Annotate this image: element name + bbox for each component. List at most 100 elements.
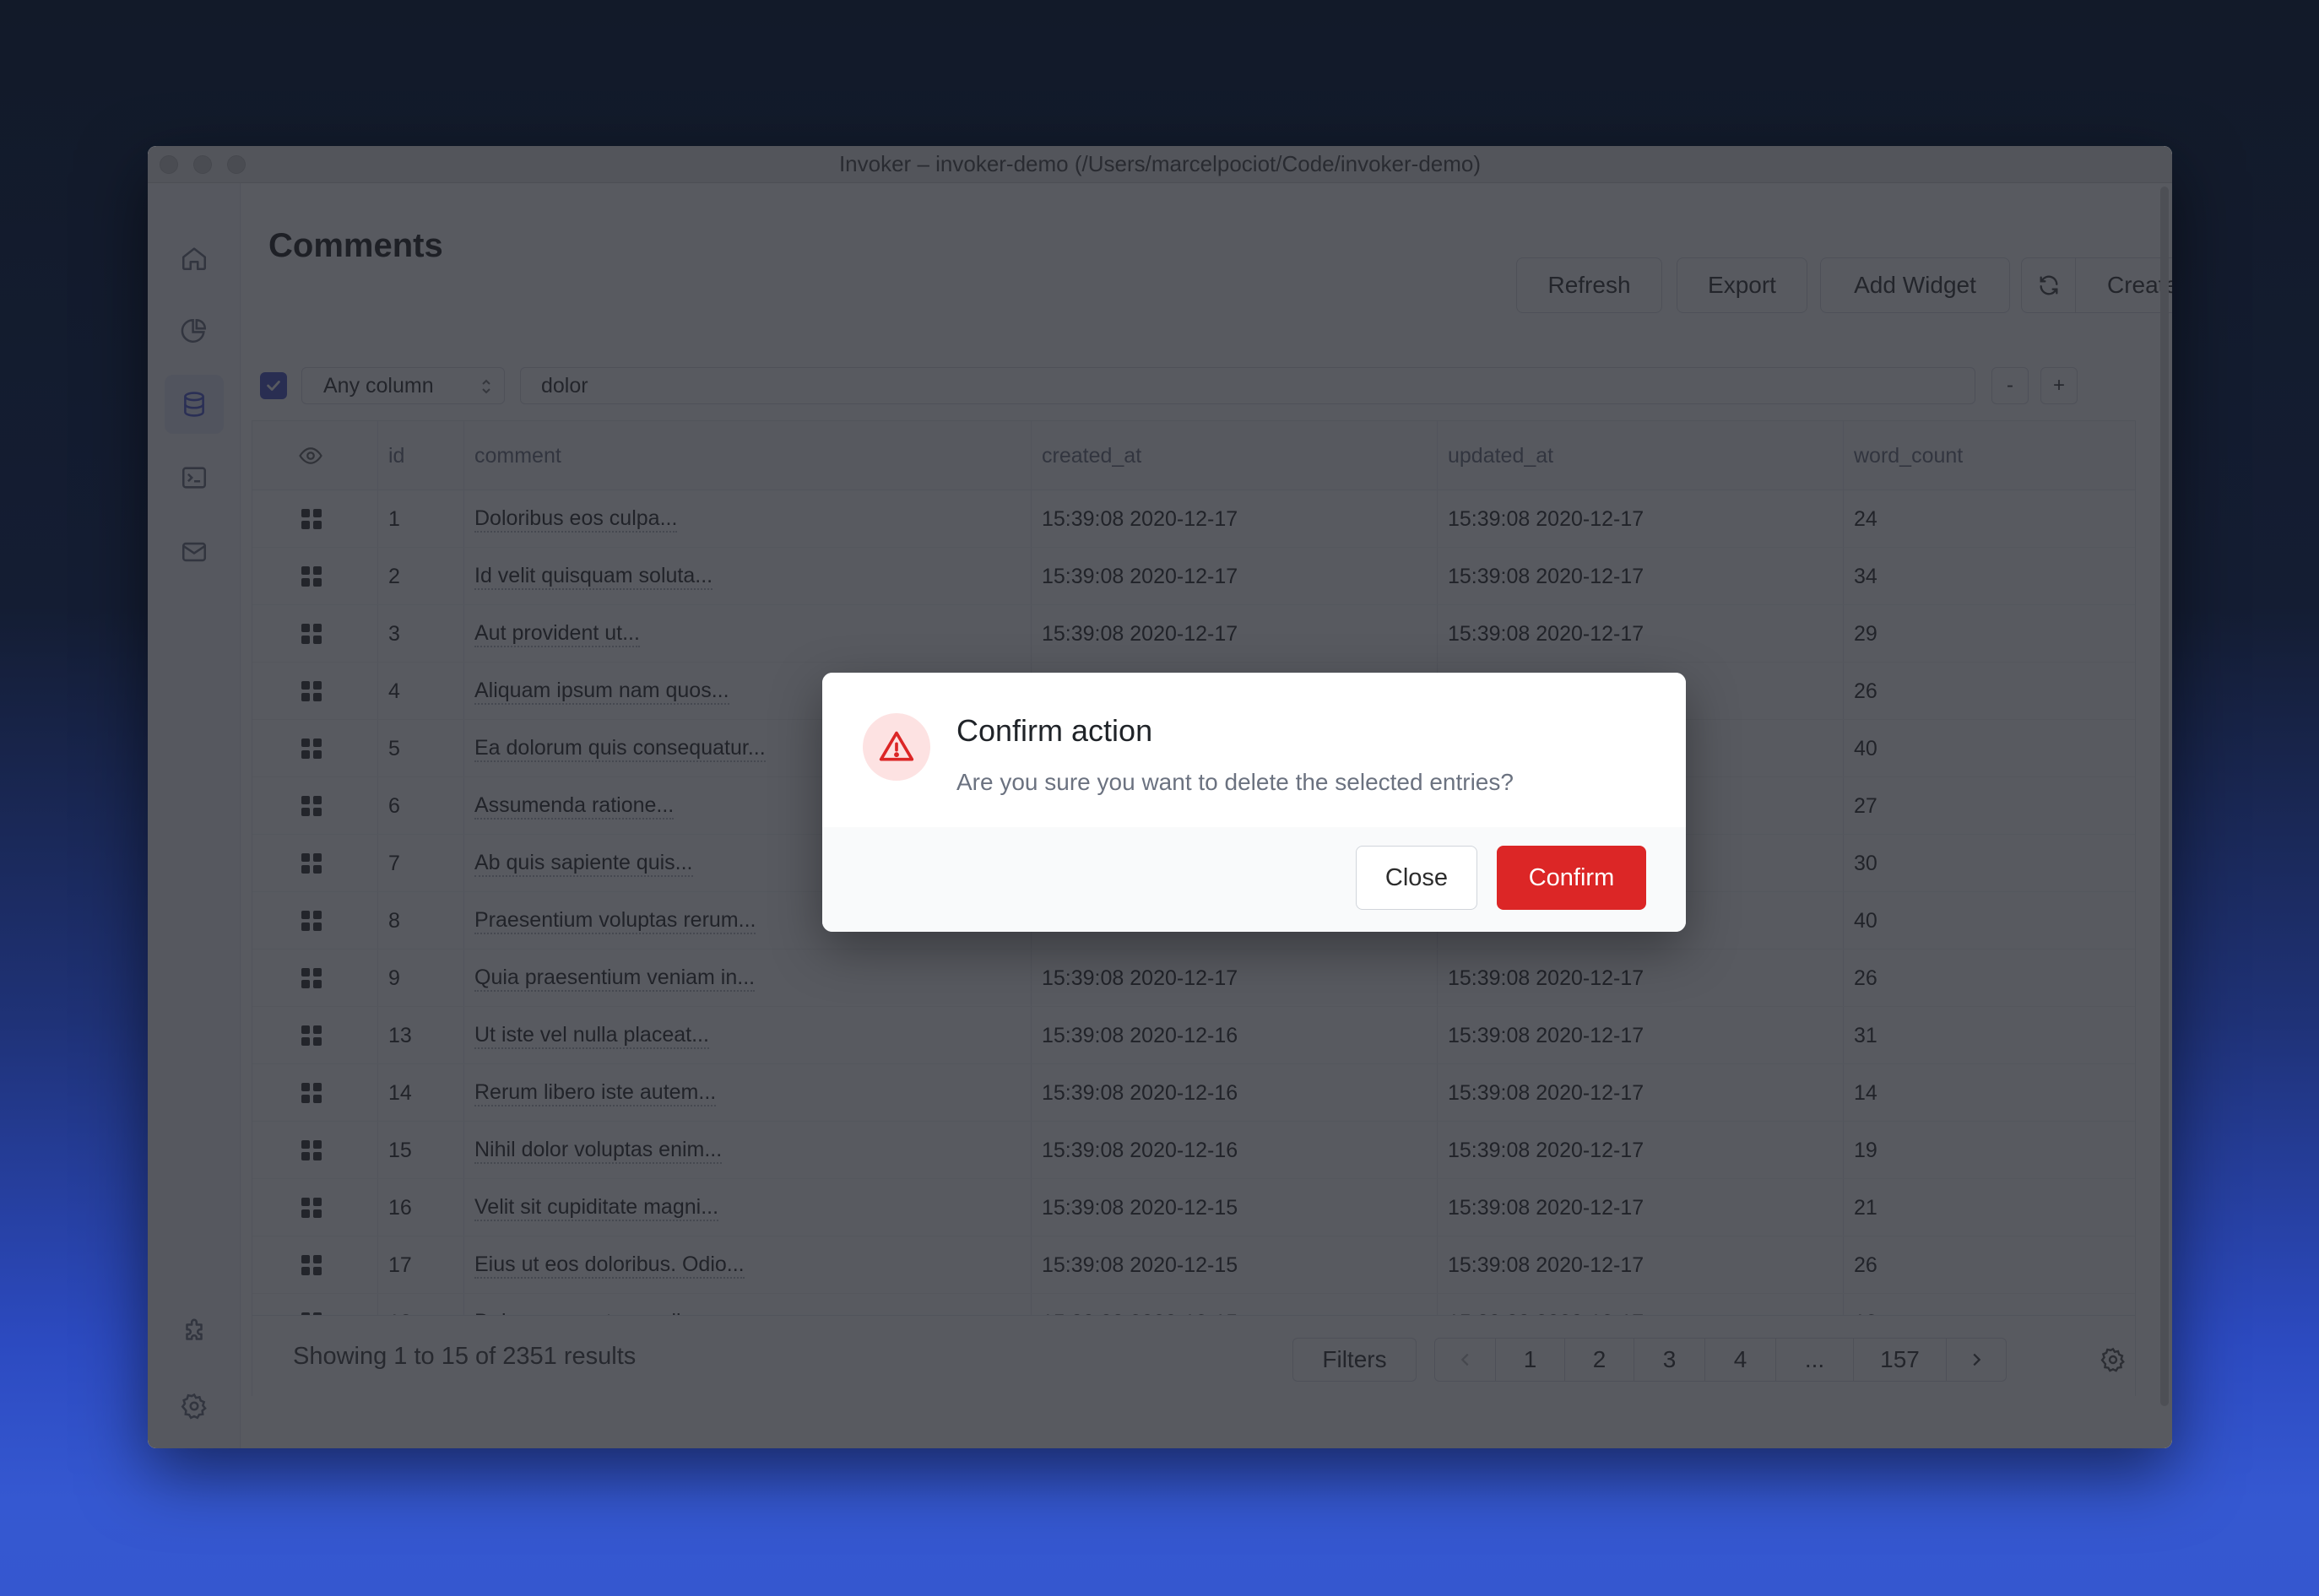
sidebar-item-stats[interactable] xyxy=(165,301,224,360)
cell-word-count[interactable]: 30 xyxy=(1854,835,1877,892)
table-settings-gear-icon[interactable] xyxy=(2100,1346,2127,1373)
cell-word-count[interactable]: 21 xyxy=(1854,1179,1877,1236)
add-widget-button[interactable]: Add Widget xyxy=(1820,257,2010,313)
table-row[interactable]: 13 Ut iste vel nulla placeat... 15:39:08 2… xyxy=(252,1007,2135,1064)
filter-column-select[interactable]: Any column xyxy=(301,367,505,404)
sidebar-item-mail[interactable] xyxy=(165,522,224,582)
row-actions-handle[interactable] xyxy=(301,1179,322,1236)
table-row[interactable]: 14 Rerum libero iste autem... 15:39:08 202… xyxy=(252,1064,2135,1122)
cell-word-count[interactable]: 26 xyxy=(1854,1236,1877,1294)
sidebar-item-terminal[interactable] xyxy=(165,448,224,507)
cell-word-count[interactable]: 26 xyxy=(1854,949,1877,1007)
sidebar-item-home[interactable] xyxy=(165,229,224,288)
cell-word-count[interactable]: 27 xyxy=(1854,777,1877,835)
export-button[interactable]: Export xyxy=(1677,257,1807,313)
cell-created-at[interactable]: 15:39:08 2020-12-17 xyxy=(1042,605,1238,663)
cell-comment[interactable]: Eius ut eos doloribus. Odio... xyxy=(474,1236,745,1294)
cell-comment[interactable]: Ut iste vel nulla placeat... xyxy=(474,1007,709,1064)
next-page-button[interactable] xyxy=(1947,1339,2006,1381)
remove-filter-button[interactable]: - xyxy=(1991,367,2029,404)
row-actions-handle[interactable] xyxy=(301,777,322,835)
cell-word-count[interactable]: 40 xyxy=(1854,720,1877,777)
cell-id[interactable]: 6 xyxy=(388,777,400,835)
cell-id[interactable]: 14 xyxy=(388,1064,412,1122)
row-actions-handle[interactable] xyxy=(301,720,322,777)
cell-word-count[interactable]: 14 xyxy=(1854,1064,1877,1122)
page-1-button[interactable]: 1 xyxy=(1496,1339,1565,1381)
sidebar-item-database[interactable] xyxy=(165,375,224,434)
cell-id[interactable]: 1 xyxy=(388,490,400,548)
close-window-button[interactable] xyxy=(160,155,178,174)
row-actions-handle[interactable] xyxy=(301,663,322,720)
filters-button[interactable]: Filters xyxy=(1292,1338,1417,1382)
cell-word-count[interactable]: 34 xyxy=(1854,548,1877,605)
window-scrollbar[interactable] xyxy=(2160,187,2169,1406)
cell-id[interactable]: 9 xyxy=(388,949,400,1007)
cell-comment[interactable]: Velit sit cupiditate magni... xyxy=(474,1179,719,1236)
confirm-button[interactable]: Confirm xyxy=(1497,846,1646,910)
cell-updated-at[interactable]: 15:39:08 2020-12-17 xyxy=(1448,1179,1644,1236)
cell-comment[interactable]: Rerum libero iste autem... xyxy=(474,1064,717,1122)
cell-comment[interactable]: Nihil dolor voluptas enim... xyxy=(474,1122,723,1179)
row-actions-handle[interactable] xyxy=(301,1064,322,1122)
cell-comment[interactable]: Ab quis sapiente quis... xyxy=(474,835,693,892)
cell-created-at[interactable]: 15:39:08 2020-12-16 xyxy=(1042,1007,1238,1064)
row-actions-handle[interactable] xyxy=(301,1122,322,1179)
cell-comment[interactable]: Assumenda ratione... xyxy=(474,777,675,835)
row-actions-handle[interactable] xyxy=(301,949,322,1007)
cell-id[interactable]: 3 xyxy=(388,605,400,663)
column-header-updated-at[interactable]: updated_at xyxy=(1448,421,1553,490)
cell-comment[interactable]: Aut provident ut... xyxy=(474,605,640,663)
cell-id[interactable]: 16 xyxy=(388,1179,412,1236)
cell-created-at[interactable]: 15:39:08 2020-12-15 xyxy=(1042,1236,1238,1294)
page-3-button[interactable]: 3 xyxy=(1634,1339,1705,1381)
cell-created-at[interactable]: 15:39:08 2020-12-15 xyxy=(1042,1179,1238,1236)
row-actions-handle[interactable] xyxy=(301,835,322,892)
page-last-button[interactable]: 157 xyxy=(1854,1339,1947,1381)
cell-updated-at[interactable]: 15:39:08 2020-12-17 xyxy=(1448,548,1644,605)
cell-word-count[interactable]: 24 xyxy=(1854,490,1877,548)
row-actions-handle[interactable] xyxy=(301,892,322,949)
sidebar-item-extensions[interactable] xyxy=(165,1302,224,1361)
cell-created-at[interactable]: 15:39:08 2020-12-17 xyxy=(1042,548,1238,605)
row-actions-handle[interactable] xyxy=(301,548,322,605)
column-visibility-toggle[interactable] xyxy=(298,421,323,490)
filter-query-input[interactable]: dolor xyxy=(520,367,1975,404)
cell-word-count[interactable]: 31 xyxy=(1854,1007,1877,1064)
column-header-id[interactable]: id xyxy=(388,421,404,490)
cell-word-count[interactable]: 40 xyxy=(1854,892,1877,949)
row-actions-handle[interactable] xyxy=(301,1236,322,1294)
cell-updated-at[interactable]: 15:39:08 2020-12-17 xyxy=(1448,605,1644,663)
cell-comment[interactable]: Praesentium voluptas rerum... xyxy=(474,892,756,949)
cell-id[interactable]: 2 xyxy=(388,548,400,605)
row-actions-handle[interactable] xyxy=(301,1007,322,1064)
cell-word-count[interactable]: 26 xyxy=(1854,663,1877,720)
table-row[interactable]: 15 Nihil dolor voluptas enim... 15:39:08 2… xyxy=(252,1122,2135,1179)
cell-id[interactable]: 15 xyxy=(388,1122,412,1179)
column-header-word-count[interactable]: word_count xyxy=(1854,421,1963,490)
cell-created-at[interactable]: 15:39:08 2020-12-16 xyxy=(1042,1122,1238,1179)
cell-updated-at[interactable]: 15:39:08 2020-12-17 xyxy=(1448,1007,1644,1064)
cell-updated-at[interactable]: 15:39:08 2020-12-17 xyxy=(1448,1236,1644,1294)
cell-word-count[interactable]: 19 xyxy=(1854,1122,1877,1179)
cell-comment[interactable]: Doloribus eos culpa... xyxy=(474,490,678,548)
cell-updated-at[interactable]: 15:39:08 2020-12-17 xyxy=(1448,490,1644,548)
page-4-button[interactable]: 4 xyxy=(1705,1339,1776,1381)
maximize-window-button[interactable] xyxy=(227,155,246,174)
sidebar-item-settings[interactable] xyxy=(165,1377,224,1436)
prev-page-button[interactable] xyxy=(1435,1339,1496,1381)
cell-created-at[interactable]: 15:39:08 2020-12-17 xyxy=(1042,490,1238,548)
column-header-comment[interactable]: comment xyxy=(474,421,561,490)
table-row[interactable]: 2 Id velit quisquam soluta... 15:39:08 202… xyxy=(252,548,2135,605)
cell-id[interactable]: 7 xyxy=(388,835,400,892)
minimize-window-button[interactable] xyxy=(193,155,212,174)
cell-comment[interactable]: Aliquam ipsum nam quos... xyxy=(474,663,729,720)
column-header-created-at[interactable]: created_at xyxy=(1042,421,1141,490)
table-row[interactable]: 3 Aut provident ut... 15:39:08 2020-12-17 1… xyxy=(252,605,2135,663)
refresh-button[interactable]: Refresh xyxy=(1516,257,1662,313)
table-row[interactable]: 16 Velit sit cupiditate magni... 15:39:08 … xyxy=(252,1179,2135,1236)
cell-id[interactable]: 5 xyxy=(388,720,400,777)
cell-id[interactable]: 4 xyxy=(388,663,400,720)
filter-enabled-checkbox[interactable] xyxy=(260,372,287,399)
close-button[interactable]: Close xyxy=(1356,846,1477,910)
